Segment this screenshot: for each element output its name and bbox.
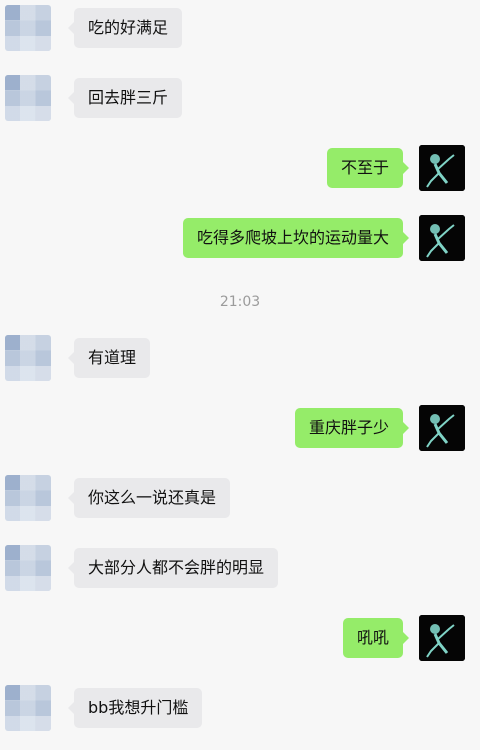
skeleton-avatar-icon [419,145,465,191]
self-avatar[interactable] [419,145,465,191]
contact-avatar[interactable] [5,5,51,51]
message-row: 有道理 [0,335,480,381]
message-row: 不至于 [0,145,480,191]
sent-message-bubble[interactable]: 吼吼 [342,618,410,658]
message-row: 你这么一说还真是 [0,475,480,521]
received-message-bubble[interactable]: 有道理 [67,338,151,378]
chat-window: 吃的好满足 回去胖三斤 不至于 吃得多爬坡上坎的运动量大 21:03 有道理 重… [0,0,480,750]
skeleton-avatar-icon [419,215,465,261]
contact-avatar[interactable] [5,335,51,381]
message-row: 吃得多爬坡上坎的运动量大 [0,215,480,261]
contact-avatar[interactable] [5,475,51,521]
received-message-bubble[interactable]: bb我想升门槛 [67,688,203,728]
message-row: 吃的好满足 [0,5,480,51]
received-message-bubble[interactable]: 你这么一说还真是 [67,478,231,518]
message-row: 回去胖三斤 [0,75,480,121]
sent-message-bubble[interactable]: 重庆胖子少 [294,408,410,448]
message-row: bb我想升门槛 [0,685,480,731]
received-message-bubble[interactable]: 吃的好满足 [67,8,183,48]
skeleton-avatar-icon [419,405,465,451]
message-row: 大部分人都不会胖的明显 [0,545,480,591]
message-row: 吼吼 [0,615,480,661]
self-avatar[interactable] [419,215,465,261]
received-message-bubble[interactable]: 大部分人都不会胖的明显 [67,548,279,588]
contact-avatar[interactable] [5,545,51,591]
contact-avatar[interactable] [5,75,51,121]
sent-message-bubble[interactable]: 不至于 [326,148,410,188]
self-avatar[interactable] [419,615,465,661]
contact-avatar[interactable] [5,685,51,731]
skeleton-avatar-icon [419,615,465,661]
message-timestamp: 21:03 [219,294,261,310]
message-row: 重庆胖子少 [0,405,480,451]
sent-message-bubble[interactable]: 吃得多爬坡上坎的运动量大 [182,218,410,258]
received-message-bubble[interactable]: 回去胖三斤 [67,78,183,118]
self-avatar[interactable] [419,405,465,451]
